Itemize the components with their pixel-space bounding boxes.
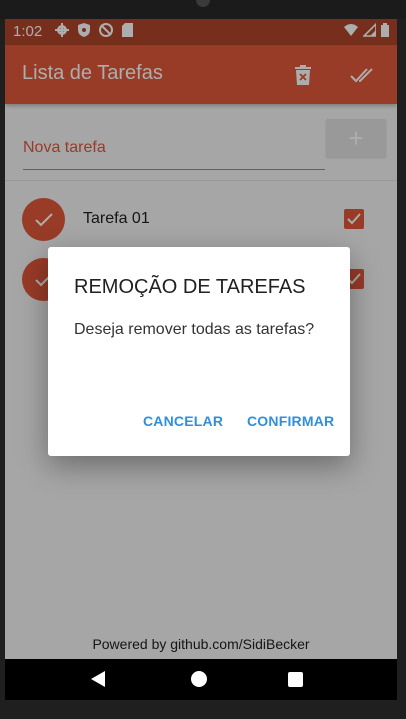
confirm-button[interactable]: CONFIRMAR bbox=[243, 407, 338, 435]
dialog-message: Deseja remover todas as tarefas? bbox=[74, 321, 315, 338]
camera-icon bbox=[196, 0, 210, 7]
device-frame: 1:02 Lista de Tarefas Nova tarefa + Tare… bbox=[0, 0, 406, 719]
back-icon[interactable] bbox=[91, 671, 105, 692]
dialog-title: REMOÇÃO DE TAREFAS bbox=[74, 276, 306, 298]
home-icon[interactable] bbox=[191, 671, 207, 687]
app-screen: 1:02 Lista de Tarefas Nova tarefa + Tare… bbox=[5, 19, 397, 700]
navigation-bar bbox=[5, 659, 397, 700]
remove-tasks-dialog: REMOÇÃO DE TAREFAS Deseja remover todas … bbox=[48, 247, 350, 456]
device-top-bezel bbox=[0, 0, 406, 19]
recents-icon[interactable] bbox=[288, 672, 303, 687]
cancel-button[interactable]: CANCELAR bbox=[139, 407, 227, 435]
